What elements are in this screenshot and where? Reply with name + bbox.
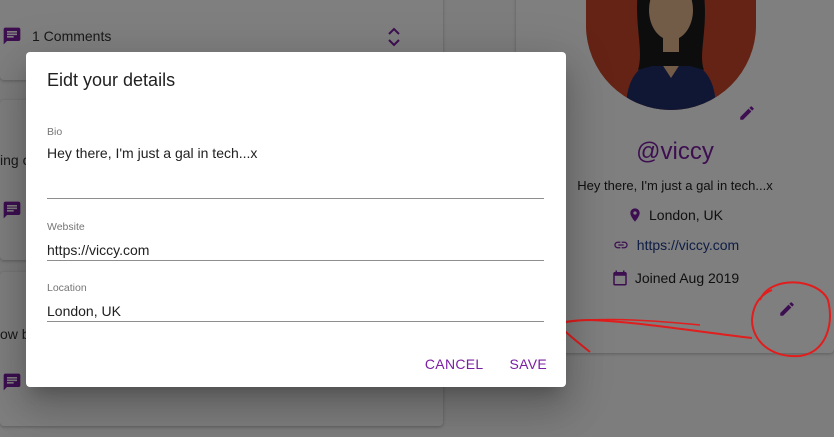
- website-field: Website: [47, 221, 544, 261]
- bio-field: Bio Hey there, I'm just a gal in tech...…: [47, 126, 544, 199]
- location-input[interactable]: [47, 300, 544, 322]
- location-label: Location: [47, 282, 87, 294]
- website-input[interactable]: [47, 239, 544, 261]
- dialog-actions: CANCEL SAVE: [425, 356, 547, 372]
- website-label: Website: [47, 221, 85, 233]
- cancel-button[interactable]: CANCEL: [425, 356, 484, 372]
- location-field: Location: [47, 282, 544, 322]
- dialog-title: Eidt your details: [47, 70, 176, 90]
- bio-label: Bio: [47, 126, 63, 138]
- save-button[interactable]: SAVE: [509, 356, 547, 372]
- edit-details-dialog: Eidt your details Bio Hey there, I'm jus…: [26, 52, 566, 387]
- bio-input[interactable]: Hey there, I'm just a gal in tech...x: [47, 144, 544, 199]
